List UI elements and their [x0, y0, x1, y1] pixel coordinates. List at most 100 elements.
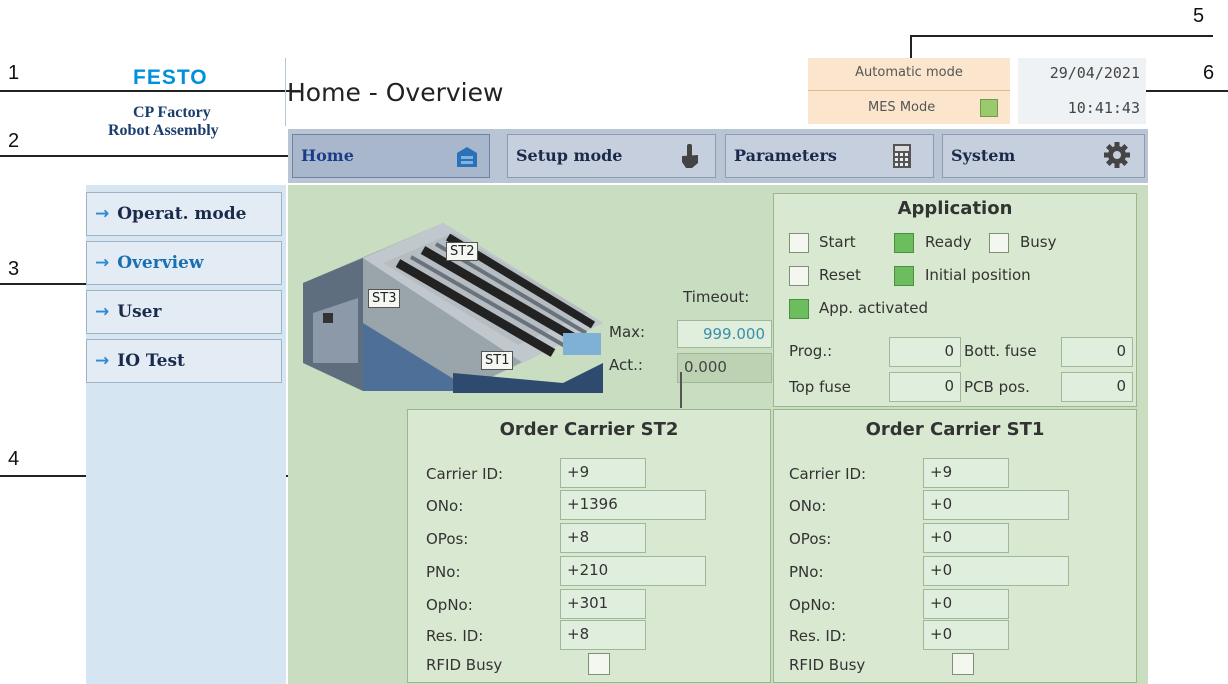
app-activated-label: App. activated — [819, 299, 929, 317]
prog-field: 0 — [889, 337, 961, 367]
station-tag-st1: ST1 — [481, 351, 514, 370]
initial-position-indicator — [894, 266, 914, 286]
tab-home-label: Home — [301, 146, 354, 165]
callout-number-2: 2 — [8, 130, 20, 152]
act-label: Act.: — [609, 356, 643, 374]
st1-pno-label: PNo: — [789, 563, 824, 581]
max-label: Max: — [609, 323, 646, 341]
st2-opos-field: +8 — [560, 523, 646, 553]
callout-number-3: 3 — [8, 258, 20, 280]
ready-label: Ready — [925, 233, 972, 251]
bott-fuse-label: Bott. fuse — [964, 342, 1037, 360]
busy-indicator — [989, 233, 1009, 253]
arrow-right-icon: → — [95, 302, 110, 322]
app-activated-indicator — [789, 299, 809, 319]
initial-position-label: Initial position — [925, 266, 1031, 284]
tab-setup-mode-label: Setup mode — [516, 146, 623, 165]
st1-rfid-busy-indicator — [952, 653, 974, 675]
calculator-icon — [893, 144, 911, 168]
st2-res-id-label: Res. ID: — [426, 627, 484, 645]
st2-opos-label: OPos: — [426, 530, 469, 548]
mes-mode-indicator — [980, 99, 998, 117]
festo-logo: FESTO — [133, 66, 208, 89]
tab-system-label: System — [951, 146, 1016, 165]
arrow-right-icon: → — [95, 204, 110, 224]
home-icon — [457, 147, 477, 167]
tab-home[interactable]: Home — [292, 134, 490, 178]
st1-ono-label: ONo: — [789, 497, 827, 515]
timeout-act-field: 0.000 — [677, 353, 772, 383]
callout-number-1: 1 — [8, 62, 20, 84]
station-image — [303, 223, 603, 393]
reset-indicator — [789, 266, 809, 286]
top-fuse-label: Top fuse — [789, 378, 851, 396]
tab-setup-mode[interactable]: Setup mode — [507, 134, 716, 178]
timeout-label: Timeout: — [683, 288, 750, 306]
st2-ono-field: +1396 — [560, 490, 706, 520]
callout-line-1 — [0, 90, 300, 92]
station-tag-st2: ST2 — [446, 242, 479, 261]
st1-pno-field: +0 — [923, 556, 1069, 586]
top-fuse-field: 0 — [889, 372, 961, 402]
timeout-max-field[interactable]: 999.000 — [677, 320, 772, 348]
st1-carrier-id-field: +9 — [923, 458, 1009, 488]
bott-fuse-field: 0 — [1061, 337, 1133, 367]
callout-line-5 — [910, 35, 1213, 37]
st1-res-id-label: Res. ID: — [789, 627, 847, 645]
st2-pno-label: PNo: — [426, 563, 461, 581]
callout-line-3 — [0, 283, 90, 285]
st2-rfid-busy-indicator — [588, 653, 610, 675]
st1-ono-field: +0 — [923, 490, 1069, 520]
hand-pointer-icon — [682, 144, 698, 168]
st1-opos-field: +0 — [923, 523, 1009, 553]
gear-icon — [1104, 142, 1130, 168]
pcb-pos-field: 0 — [1061, 372, 1133, 402]
tab-system[interactable]: System — [942, 134, 1145, 178]
reset-label: Reset — [819, 266, 861, 284]
st2-ono-label: ONo: — [426, 497, 464, 515]
sidebar-item-label: Overview — [117, 253, 204, 273]
sidebar-item-user[interactable]: → User — [86, 290, 282, 334]
order-carrier-st2-title: Order Carrier ST2 — [499, 419, 679, 440]
st2-pno-field: +210 — [560, 556, 706, 586]
automatic-mode-label: Automatic mode — [808, 58, 1010, 91]
logo-line-2: Robot Assembly — [108, 122, 219, 139]
st2-res-id-field: +8 — [560, 620, 646, 650]
mode-status-box: Automatic mode MES Mode — [808, 58, 1010, 124]
sidebar-item-label: Operat. mode — [117, 204, 247, 224]
callout-line-2 — [0, 155, 300, 157]
arrow-right-icon: → — [95, 351, 110, 371]
st2-opno-field: +301 — [560, 589, 646, 619]
callout-number-6: 6 — [1203, 62, 1215, 84]
st2-rfid-busy-label: RFID Busy — [426, 656, 503, 674]
start-label: Start — [819, 233, 856, 251]
header-separator — [285, 58, 286, 126]
sidebar-item-label: IO Test — [117, 351, 185, 371]
date-display: 29/04/2021 — [1049, 64, 1140, 82]
sidebar-item-label: User — [117, 302, 162, 322]
st1-res-id-field: +0 — [923, 620, 1009, 650]
sidebar-item-io-test[interactable]: → IO Test — [86, 339, 282, 383]
st2-carrier-id-label: Carrier ID: — [426, 465, 504, 483]
callout-line-4-link — [680, 372, 682, 408]
st1-opno-label: OpNo: — [789, 596, 836, 614]
page-title: Home - Overview — [287, 78, 504, 107]
callout-number-4: 4 — [8, 448, 20, 470]
st1-opno-field: +0 — [923, 589, 1009, 619]
start-indicator — [789, 233, 809, 253]
ready-indicator — [894, 233, 914, 253]
st1-opos-label: OPos: — [789, 530, 832, 548]
tab-parameters[interactable]: Parameters — [725, 134, 934, 178]
busy-label: Busy — [1020, 233, 1057, 251]
sidebar-item-overview[interactable]: → Overview — [86, 241, 282, 285]
callout-number-5: 5 — [1193, 5, 1205, 27]
pcb-pos-label: PCB pos. — [964, 378, 1030, 396]
logo-line-1: CP Factory — [133, 104, 211, 121]
order-carrier-st1-title: Order Carrier ST1 — [865, 419, 1045, 440]
st2-opno-label: OpNo: — [426, 596, 473, 614]
st2-carrier-id-field: +9 — [560, 458, 646, 488]
st1-rfid-busy-label: RFID Busy — [789, 656, 866, 674]
tab-parameters-label: Parameters — [734, 146, 837, 165]
sidebar-item-operat-mode[interactable]: → Operat. mode — [86, 192, 282, 236]
application-title: Application — [897, 198, 1013, 219]
